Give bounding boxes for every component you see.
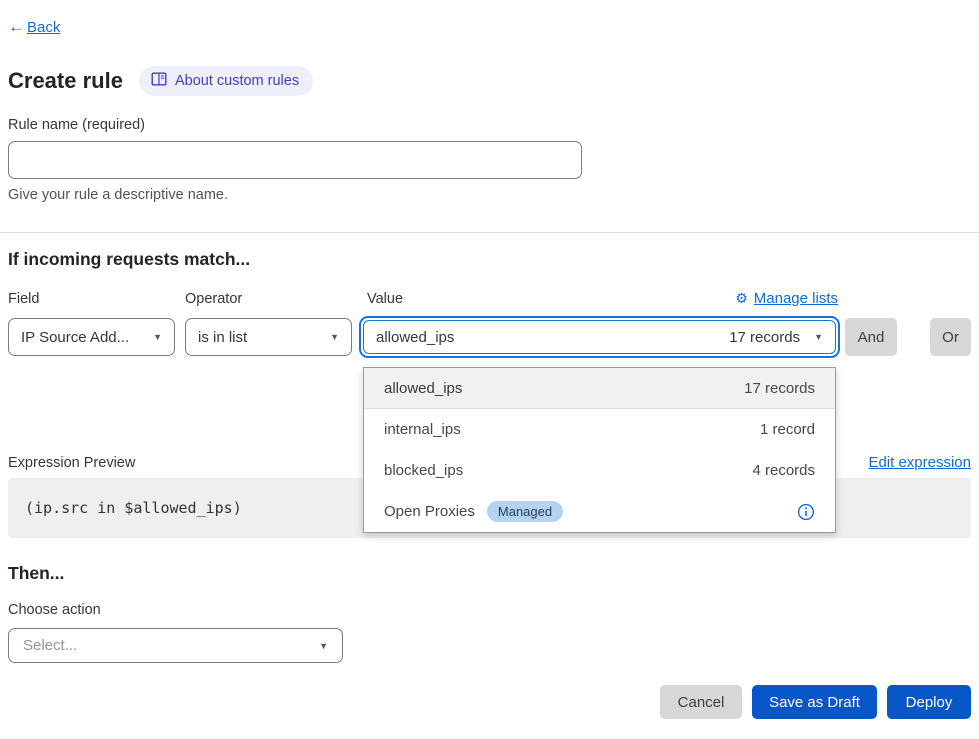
about-badge-label: About custom rules bbox=[175, 73, 299, 89]
field-select[interactable]: IP Source Add... ▼ bbox=[8, 318, 175, 356]
managed-badge: Managed bbox=[487, 501, 563, 522]
about-custom-rules-link[interactable]: About custom rules bbox=[139, 66, 313, 96]
operator-column-label: Operator bbox=[185, 291, 242, 307]
rule-name-label: Rule name (required) bbox=[8, 117, 145, 133]
field-column-label: Field bbox=[8, 291, 39, 307]
or-button[interactable]: Or bbox=[930, 318, 971, 356]
match-section-heading: If incoming requests match... bbox=[8, 249, 250, 270]
action-select[interactable]: Select... ▼ bbox=[8, 628, 343, 663]
chevron-down-icon: ▼ bbox=[153, 332, 162, 342]
expression-code: (ip.src in $allowed_ips) bbox=[25, 499, 242, 517]
edit-expression-link[interactable]: Edit expression bbox=[868, 454, 971, 471]
operator-select[interactable]: is in list ▼ bbox=[185, 318, 352, 356]
list-item-blocked-ips[interactable]: blocked_ips 4 records bbox=[364, 450, 835, 491]
expression-preview-label: Expression Preview bbox=[8, 455, 135, 471]
value-select-inner: allowed_ips 17 records ▼ bbox=[363, 320, 836, 354]
section-divider bbox=[0, 232, 979, 233]
list-item-allowed-ips[interactable]: allowed_ips 17 records bbox=[364, 368, 835, 409]
list-item-records: 1 record bbox=[760, 421, 815, 438]
chevron-down-icon: ▼ bbox=[330, 332, 339, 342]
manage-lists-label: Manage lists bbox=[754, 290, 838, 307]
back-arrow-icon: ← bbox=[8, 17, 25, 37]
value-select-right: 17 records ▼ bbox=[729, 329, 823, 346]
value-select[interactable]: allowed_ips 17 records ▼ bbox=[359, 316, 840, 358]
value-select-selected: allowed_ips bbox=[376, 329, 454, 346]
list-item-records: 4 records bbox=[752, 462, 815, 479]
manage-lists-link[interactable]: ⚙ Manage lists bbox=[735, 290, 838, 307]
back-link[interactable]: ← Back bbox=[8, 17, 60, 37]
then-section-heading: Then... bbox=[8, 563, 64, 584]
action-select-placeholder: Select... bbox=[23, 637, 77, 654]
value-column-label: Value bbox=[367, 291, 403, 307]
create-rule-page: ← Back Create rule About custom rules Ru… bbox=[0, 0, 979, 739]
info-icon[interactable] bbox=[797, 503, 815, 521]
chevron-down-icon: ▼ bbox=[319, 641, 328, 651]
list-dropdown: allowed_ips 17 records internal_ips 1 re… bbox=[363, 367, 836, 533]
list-item-records: 17 records bbox=[744, 380, 815, 397]
chevron-down-icon: ▼ bbox=[814, 332, 823, 342]
deploy-button[interactable]: Deploy bbox=[887, 685, 971, 719]
title-row: Create rule About custom rules bbox=[8, 66, 313, 96]
book-icon bbox=[151, 72, 167, 90]
gear-icon: ⚙ bbox=[735, 290, 748, 307]
back-link-label: Back bbox=[27, 19, 60, 36]
list-item-name-wrap: Open Proxies Managed bbox=[384, 501, 563, 522]
field-select-value: IP Source Add... bbox=[21, 329, 129, 346]
list-item-name: Open Proxies bbox=[384, 503, 475, 520]
save-as-draft-button[interactable]: Save as Draft bbox=[752, 685, 877, 719]
operator-select-value: is in list bbox=[198, 329, 247, 346]
list-item-name: internal_ips bbox=[384, 421, 461, 438]
list-item-internal-ips[interactable]: internal_ips 1 record bbox=[364, 409, 835, 450]
rule-name-helper: Give your rule a descriptive name. bbox=[8, 187, 228, 203]
and-button[interactable]: And bbox=[845, 318, 897, 356]
list-item-open-proxies[interactable]: Open Proxies Managed bbox=[364, 491, 835, 532]
choose-action-label: Choose action bbox=[8, 602, 101, 618]
page-title: Create rule bbox=[8, 68, 123, 94]
rule-name-input[interactable] bbox=[8, 141, 582, 179]
list-item-name: blocked_ips bbox=[384, 462, 463, 479]
cancel-button[interactable]: Cancel bbox=[660, 685, 742, 719]
list-item-name: allowed_ips bbox=[384, 380, 462, 397]
value-select-records: 17 records bbox=[729, 329, 800, 346]
